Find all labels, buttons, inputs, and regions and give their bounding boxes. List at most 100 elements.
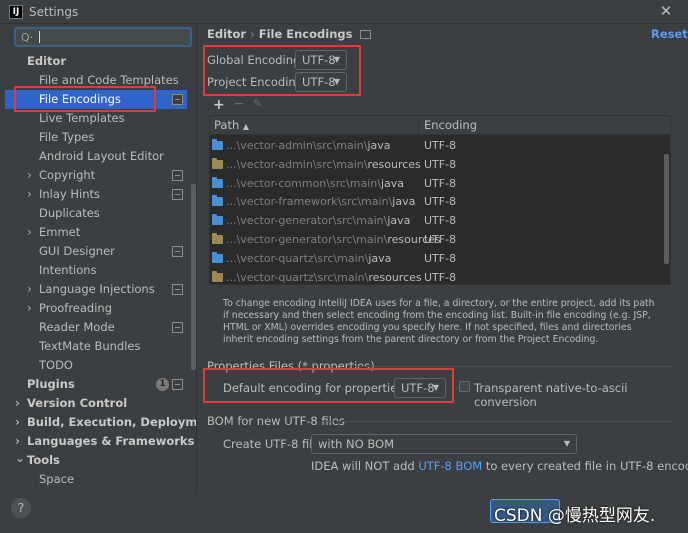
project-encoding-dropdown[interactable]: UTF-8 ▼ bbox=[295, 72, 347, 92]
sidebar-item-label: Languages & Frameworks bbox=[27, 434, 195, 448]
chevron-right-icon[interactable]: › bbox=[27, 299, 32, 318]
sidebar-item-label: Emmet bbox=[39, 225, 81, 239]
sidebar-item-reader-mode[interactable]: Reader Mode bbox=[5, 318, 187, 337]
column-header-path[interactable]: Path ▲ bbox=[214, 118, 249, 132]
table-row[interactable]: ...\vector-quartz\src\main\java UTF-8 bbox=[210, 249, 662, 268]
project-encoding-value: UTF-8 bbox=[302, 75, 336, 89]
chevron-right-icon[interactable]: › bbox=[27, 280, 32, 299]
search-box[interactable]: Q· bbox=[14, 27, 192, 47]
table-row[interactable]: ...\vector-admin\src\main\java UTF-8 bbox=[210, 136, 662, 155]
encoding-cell[interactable]: UTF-8 bbox=[424, 230, 456, 249]
encoding-cell[interactable]: UTF-8 bbox=[424, 136, 456, 155]
sidebar-item-gui-designer[interactable]: GUI Designer bbox=[5, 242, 187, 261]
bom-hint: IDEA will NOT add UTF-8 BOM to every cre… bbox=[311, 459, 688, 473]
sidebar-item-file-types[interactable]: File Types bbox=[5, 128, 187, 147]
project-encoding-label: Project Encoding: bbox=[207, 75, 307, 89]
sidebar-item-proofreading[interactable]: › Proofreading bbox=[5, 299, 187, 318]
edit-icon[interactable]: ✎ bbox=[253, 97, 262, 110]
project-scope-icon bbox=[172, 94, 183, 105]
properties-encoding-value: UTF-8 bbox=[401, 381, 435, 395]
sidebar-item-build-execution-deployment[interactable]: › Build, Execution, Deployment bbox=[5, 413, 219, 432]
path-cell: ...\vector-generator\src\main\resources bbox=[226, 233, 441, 246]
utf8-bom-link[interactable]: UTF-8 BOM bbox=[418, 459, 482, 473]
breadcrumb-editor[interactable]: Editor bbox=[207, 27, 246, 41]
sidebar-item-duplicates[interactable]: Duplicates bbox=[5, 204, 187, 223]
sidebar-item-intentions[interactable]: Intentions bbox=[5, 261, 187, 280]
search-input[interactable] bbox=[36, 29, 186, 45]
sidebar-item-copyright[interactable]: › Copyright bbox=[5, 166, 187, 185]
sidebar-item-textmate-bundles[interactable]: TextMate Bundles bbox=[5, 337, 187, 356]
path-cell: ...\vector-framework\src\main\java bbox=[226, 195, 416, 209]
project-scope-icon bbox=[172, 246, 183, 257]
sidebar-item-plugins[interactable]: Plugins 1 bbox=[5, 375, 187, 394]
encoding-cell[interactable]: UTF-8 bbox=[424, 268, 456, 284]
sidebar-item-version-control[interactable]: › Version Control bbox=[5, 394, 187, 413]
sidebar-item-file-and-code-templates[interactable]: File and Code Templates bbox=[5, 71, 187, 90]
encoding-cell[interactable]: UTF-8 bbox=[424, 192, 456, 211]
remove-path-button[interactable]: − bbox=[233, 96, 245, 112]
sidebar-item-tools[interactable]: ⌄ Tools bbox=[5, 451, 187, 470]
chevron-down-icon: ▼ bbox=[432, 383, 439, 392]
sidebar-item-live-templates[interactable]: Live Templates bbox=[5, 109, 187, 128]
encoding-cell[interactable]: UTF-8 bbox=[424, 174, 456, 193]
sidebar-item-file-encodings[interactable]: File Encodings bbox=[5, 90, 187, 109]
encoding-cell[interactable]: UTF-8 bbox=[424, 155, 456, 174]
window-title: Settings bbox=[29, 5, 79, 19]
resources-folder-icon bbox=[212, 157, 223, 169]
project-scope-icon bbox=[360, 30, 372, 39]
encoding-help-text: To change encoding IntelliJ IDEA uses fo… bbox=[223, 298, 655, 345]
section-divider bbox=[355, 366, 671, 367]
global-encoding-dropdown[interactable]: UTF-8 ▼ bbox=[295, 50, 347, 70]
encoding-cell[interactable]: UTF-8 bbox=[424, 249, 456, 268]
sidebar-item-label: Copyright bbox=[39, 168, 96, 182]
table-row[interactable]: ...\vector-admin\src\main\resources UTF-8 bbox=[210, 155, 662, 174]
bom-value: with NO BOM bbox=[318, 437, 395, 451]
chevron-right-icon[interactable]: › bbox=[27, 185, 32, 204]
sidebar-item-language-injections[interactable]: › Language Injections bbox=[5, 280, 187, 299]
file-encodings-panel: Editor › File Encodings Reset Global Encod… bbox=[196, 24, 688, 494]
table-header: Path ▲ Encoding bbox=[210, 116, 670, 135]
help-button[interactable]: ? bbox=[11, 498, 31, 518]
sidebar-item-emmet[interactable]: › Emmet bbox=[5, 223, 187, 242]
table-scrollbar[interactable] bbox=[664, 154, 669, 264]
source-folder-icon bbox=[212, 139, 223, 150]
sidebar-item-editor[interactable]: Editor bbox=[5, 52, 187, 71]
chevron-right-icon[interactable]: › bbox=[27, 223, 32, 242]
column-header-encoding[interactable]: Encoding bbox=[424, 118, 477, 132]
properties-encoding-dropdown[interactable]: UTF-8 ▼ bbox=[394, 378, 446, 398]
table-row[interactable]: ...\vector-framework\src\main\java UTF-8 bbox=[210, 192, 662, 211]
add-path-button[interactable]: + bbox=[213, 97, 225, 113]
sidebar-item-label: Plugins bbox=[27, 377, 75, 391]
chevron-right-icon[interactable]: › bbox=[15, 413, 20, 432]
global-encoding-label: Global Encoding: bbox=[207, 53, 305, 67]
sidebar-item-android-layout-editor[interactable]: Android Layout Editor bbox=[5, 147, 187, 166]
sidebar-item-label: Duplicates bbox=[39, 206, 100, 220]
sidebar-item-languages-frameworks[interactable]: › Languages & Frameworks bbox=[5, 432, 194, 451]
path-cell: ...\vector-generator\src\main\java bbox=[226, 214, 411, 228]
table-row[interactable]: ...\vector-quartz\src\main\resources UTF-… bbox=[210, 268, 662, 284]
settings-window: IJ Settings ✕ Q· Editor File and Code Tem… bbox=[0, 0, 688, 533]
reset-link[interactable]: Reset bbox=[651, 27, 688, 41]
table-row[interactable]: ...\vector-generator\src\main\java UTF-8 bbox=[210, 211, 662, 230]
breadcrumb-file-encodings: File Encodings bbox=[258, 27, 353, 41]
encoding-cell[interactable]: UTF-8 bbox=[424, 211, 456, 230]
chevron-down-icon: ▼ bbox=[333, 77, 340, 86]
chevron-right-icon[interactable]: › bbox=[27, 166, 32, 185]
transparent-conversion-label[interactable]: Transparent native-to-ascii conversion bbox=[474, 381, 688, 409]
transparent-conversion-checkbox[interactable] bbox=[459, 381, 470, 392]
sidebar-item-space[interactable]: Space bbox=[5, 470, 187, 489]
sidebar-item-todo[interactable]: TODO bbox=[5, 356, 187, 375]
breadcrumb: Editor › File Encodings bbox=[207, 27, 372, 41]
table-row[interactable]: ...\vector-common\src\main\java UTF-8 bbox=[210, 174, 662, 193]
sidebar-item-label: Space bbox=[39, 472, 75, 486]
sidebar-item-inlay-hints[interactable]: › Inlay Hints bbox=[5, 185, 187, 204]
bom-dropdown[interactable]: with NO BOM ▼ bbox=[311, 434, 577, 454]
close-icon[interactable]: ✕ bbox=[658, 2, 674, 20]
chevron-right-icon[interactable]: › bbox=[15, 394, 20, 413]
project-scope-icon bbox=[172, 379, 183, 390]
table-row[interactable]: ...\vector-generator\src\main\resources U… bbox=[210, 230, 662, 249]
column-divider[interactable] bbox=[418, 116, 419, 135]
sidebar-item-label: TextMate Bundles bbox=[39, 339, 141, 353]
source-folder-icon bbox=[212, 176, 223, 188]
chevron-down-icon[interactable]: ⌄ bbox=[15, 449, 25, 468]
